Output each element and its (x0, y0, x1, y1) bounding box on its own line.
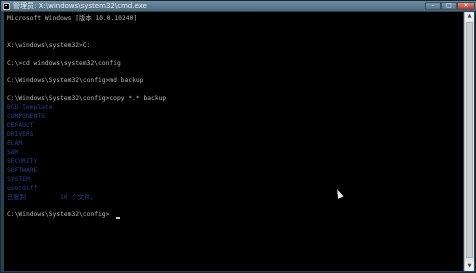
console-line: C:\Windows\System32\config>copy *.* back… (7, 95, 167, 102)
console-output[interactable]: Microsoft Windows [版本 10.0.10240] X:\win… (4, 12, 463, 271)
mouse-pointer-icon (334, 188, 344, 199)
console-line: Microsoft Windows [版本 10.0.10240] (7, 15, 138, 22)
console-line: C:\Windows\System32\config>md backup (7, 77, 144, 84)
console-line: C:\>cd windows\system32\config (7, 60, 121, 67)
window-title: 管理员: X:\windows\system32\cmd.exe (13, 2, 147, 10)
console-line: COMPONENTS (7, 113, 45, 120)
vertical-scrollbar[interactable]: ▲ ▼ (464, 12, 474, 271)
console-line: SYSTEM (7, 176, 30, 183)
console-line: BCD-Template (7, 104, 53, 111)
console-line: userdiff (7, 185, 38, 192)
console-line: SECURITY (7, 158, 38, 165)
console-line: 已复制 10 个文件。 (7, 194, 97, 201)
console-line: ELAM (7, 140, 23, 147)
cmd-window: 管理员: X:\windows\system32\cmd.exe – □ ✕ M… (0, 0, 476, 273)
close-button[interactable]: ✕ (457, 2, 475, 10)
scroll-down-arrow-icon[interactable]: ▼ (465, 262, 474, 271)
maximize-button[interactable]: □ (441, 2, 457, 10)
console-line: SAM (7, 149, 19, 156)
console-line: DEFAULT (7, 122, 34, 129)
title-bar[interactable]: 管理员: X:\windows\system32\cmd.exe – □ ✕ (1, 1, 476, 11)
console-line: DRIVERS (7, 131, 34, 138)
scroll-up-arrow-icon[interactable]: ▲ (465, 12, 474, 21)
scrollbar-thumb[interactable] (466, 22, 473, 258)
console-line: SOFTWARE (7, 167, 38, 174)
minimize-button[interactable]: – (425, 2, 441, 10)
text-cursor (116, 217, 120, 219)
console-prompt: C:\Windows\System32\config> (7, 211, 110, 218)
console-line: X:\windows\system32>C: (7, 42, 91, 49)
cmd-app-icon[interactable] (3, 2, 10, 10)
